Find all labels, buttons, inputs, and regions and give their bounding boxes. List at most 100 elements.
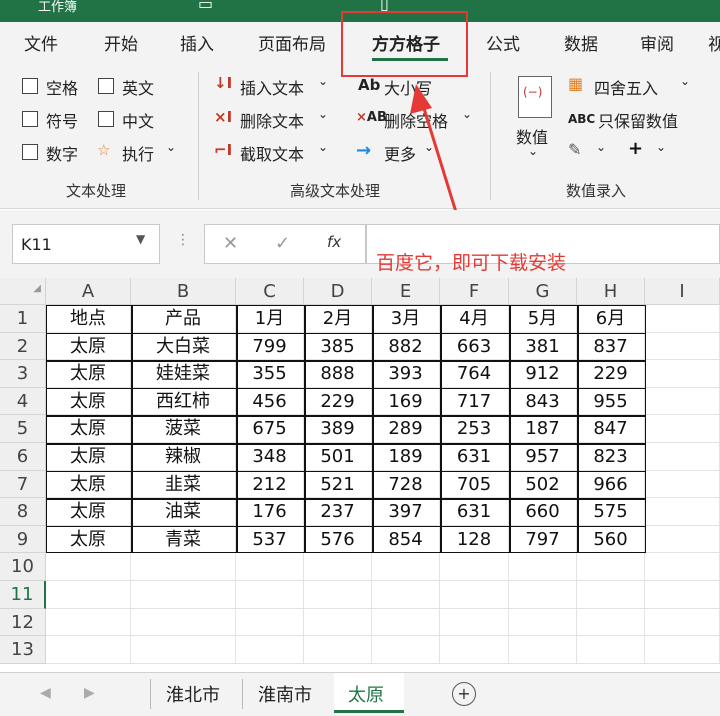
table-cell[interactable]: 521 — [304, 470, 372, 499]
table-cell[interactable]: 289 — [372, 415, 440, 443]
table-cell[interactable] — [46, 553, 131, 581]
table-cell[interactable]: 太原 — [46, 387, 131, 416]
table-cell[interactable]: 576 — [304, 525, 372, 554]
column-header[interactable]: E — [372, 278, 440, 305]
table-cell[interactable]: 955 — [577, 387, 645, 416]
column-header[interactable]: H — [577, 278, 645, 305]
row-header[interactable]: 3 — [0, 360, 46, 388]
checkbox-english[interactable] — [98, 78, 114, 94]
column-header[interactable]: F — [440, 278, 509, 305]
table-cell[interactable] — [645, 636, 720, 664]
table-cell[interactable]: 油菜 — [131, 498, 236, 526]
table-cell[interactable]: 381 — [509, 332, 577, 361]
table-cell[interactable] — [236, 553, 304, 581]
table-cell[interactable]: 4月 — [440, 305, 509, 333]
execute-button[interactable]: 执行 — [122, 141, 154, 165]
row-header[interactable]: 11 — [0, 581, 46, 609]
row-header[interactable]: 13 — [0, 636, 46, 664]
table-cell[interactable] — [372, 581, 440, 609]
table-cell[interactable] — [645, 305, 720, 333]
add-sheet-button[interactable]: + — [452, 682, 476, 706]
table-cell[interactable]: 847 — [577, 415, 645, 443]
table-cell[interactable] — [577, 553, 645, 581]
table-cell[interactable]: 青菜 — [131, 525, 236, 554]
table-cell[interactable] — [509, 608, 577, 637]
table-cell[interactable]: 843 — [509, 387, 577, 416]
table-cell[interactable] — [577, 636, 645, 664]
insert-text-button[interactable]: 插入文本 — [240, 75, 304, 99]
table-cell[interactable]: 385 — [304, 332, 372, 361]
table-cell[interactable] — [645, 498, 720, 526]
table-cell[interactable]: 631 — [440, 498, 509, 526]
column-header[interactable]: D — [304, 278, 372, 305]
table-cell[interactable]: 764 — [440, 360, 509, 388]
table-cell[interactable] — [577, 608, 645, 637]
row-header[interactable]: 2 — [0, 332, 46, 361]
table-cell[interactable] — [304, 636, 372, 664]
edit-icon[interactable]: ✎ — [568, 140, 581, 159]
table-cell[interactable] — [304, 608, 372, 637]
table-cell[interactable]: 5月 — [509, 305, 577, 333]
table-cell[interactable]: 837 — [577, 332, 645, 361]
checkbox-chinese[interactable] — [98, 111, 114, 127]
table-cell[interactable] — [645, 443, 720, 471]
table-cell[interactable] — [645, 387, 720, 416]
save-icon[interactable]: ▭ — [198, 0, 213, 13]
row-header[interactable]: 10 — [0, 553, 46, 581]
table-cell[interactable]: 212 — [236, 470, 304, 499]
table-cell[interactable] — [372, 636, 440, 664]
table-cell[interactable]: 663 — [440, 332, 509, 361]
table-cell[interactable]: 397 — [372, 498, 440, 526]
table-cell[interactable]: 389 — [304, 415, 372, 443]
table-cell[interactable] — [509, 581, 577, 609]
table-cell[interactable]: 229 — [577, 360, 645, 388]
column-header[interactable]: B — [131, 278, 236, 305]
table-cell[interactable] — [236, 608, 304, 637]
table-cell[interactable]: 966 — [577, 470, 645, 499]
table-cell[interactable]: 799 — [236, 332, 304, 361]
table-cell[interactable] — [46, 608, 131, 637]
table-cell[interactable]: 太原 — [46, 443, 131, 471]
plus-icon[interactable]: + — [628, 138, 643, 159]
sheet-tab-huaibei[interactable]: 淮北市 — [166, 681, 220, 707]
table-cell[interactable]: 456 — [236, 387, 304, 416]
tab-formulas[interactable]: 公式 — [486, 30, 520, 55]
table-cell[interactable]: 705 — [440, 470, 509, 499]
row-header[interactable]: 4 — [0, 387, 46, 416]
table-cell[interactable] — [509, 636, 577, 664]
table-cell[interactable]: 253 — [440, 415, 509, 443]
table-cell[interactable] — [131, 553, 236, 581]
row-header[interactable]: 12 — [0, 608, 46, 637]
table-cell[interactable]: 187 — [509, 415, 577, 443]
table-cell[interactable] — [440, 581, 509, 609]
table-cell[interactable]: 797 — [509, 525, 577, 554]
table-cell[interactable]: 128 — [440, 525, 509, 554]
enter-icon[interactable]: ✓ — [275, 233, 290, 254]
table-cell[interactable]: 太原 — [46, 525, 131, 554]
tab-file[interactable]: 文件 — [24, 30, 58, 55]
table-cell[interactable] — [577, 581, 645, 609]
table-cell[interactable]: 237 — [304, 498, 372, 526]
table-cell[interactable]: 大白菜 — [131, 332, 236, 361]
table-cell[interactable] — [372, 608, 440, 637]
table-cell[interactable]: 882 — [372, 332, 440, 361]
scroll-left-icon[interactable]: ◀ — [40, 685, 51, 701]
sheet-tab-huainan[interactable]: 淮南市 — [258, 681, 312, 707]
table-cell[interactable] — [46, 581, 131, 609]
table-cell[interactable]: 189 — [372, 443, 440, 471]
table-cell[interactable]: 717 — [440, 387, 509, 416]
table-cell[interactable]: 太原 — [46, 360, 131, 388]
table-cell[interactable]: 675 — [236, 415, 304, 443]
table-cell[interactable]: 菠菜 — [131, 415, 236, 443]
table-cell[interactable]: 823 — [577, 443, 645, 471]
row-header[interactable]: 8 — [0, 498, 46, 526]
table-cell[interactable]: 229 — [304, 387, 372, 416]
tab-page-layout[interactable]: 页面布局 — [258, 30, 326, 55]
table-cell[interactable]: 韭菜 — [131, 470, 236, 499]
table-cell[interactable] — [645, 581, 720, 609]
row-header[interactable]: 6 — [0, 443, 46, 471]
table-cell[interactable]: 393 — [372, 360, 440, 388]
table-cell[interactable] — [46, 636, 131, 664]
table-cell[interactable] — [440, 553, 509, 581]
table-cell[interactable]: 3月 — [372, 305, 440, 333]
